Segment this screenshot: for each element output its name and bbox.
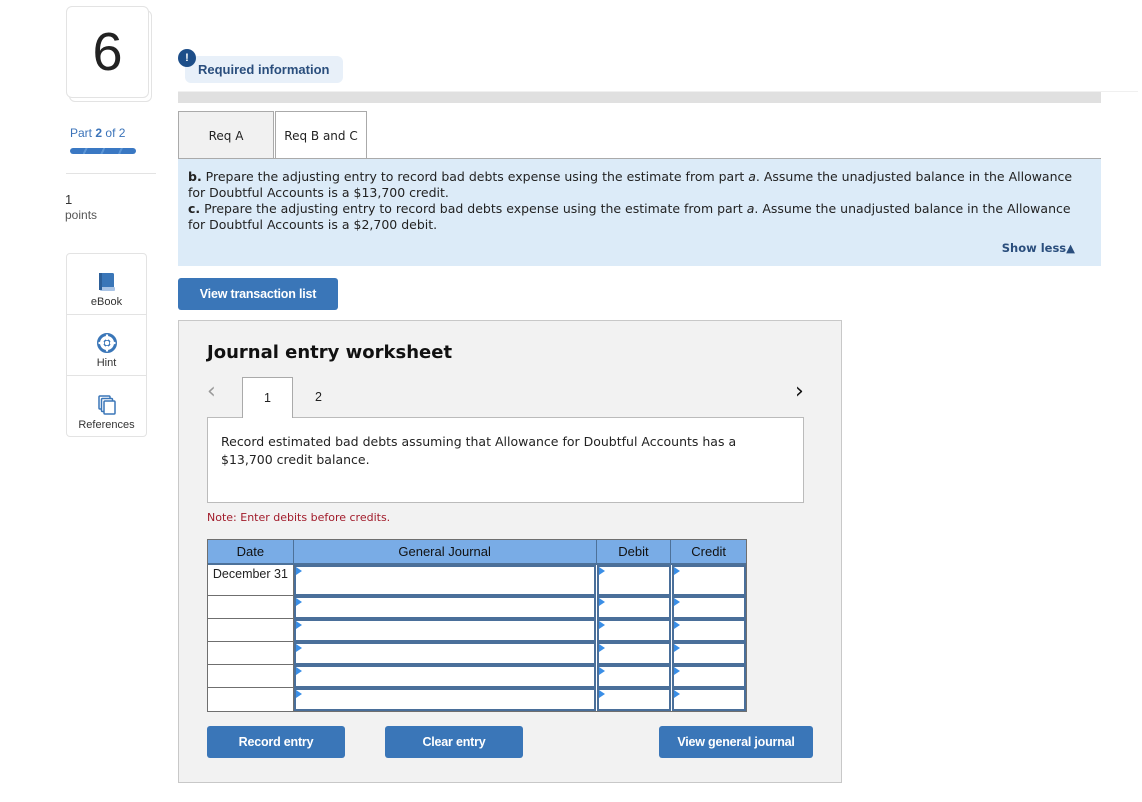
date-cell bbox=[208, 665, 294, 688]
debit-input[interactable] bbox=[597, 596, 672, 619]
next-arrow-icon[interactable]: › bbox=[795, 379, 804, 404]
documents-icon bbox=[97, 395, 116, 415]
points-value: 1 bbox=[65, 192, 73, 207]
question-number: 6 bbox=[66, 6, 149, 98]
date-cell bbox=[208, 688, 294, 711]
ebook-label: eBook bbox=[90, 296, 123, 308]
debit-input[interactable] bbox=[597, 565, 672, 596]
credit-input[interactable] bbox=[672, 565, 746, 596]
part-total: of 2 bbox=[105, 126, 126, 140]
credit-input[interactable] bbox=[672, 619, 746, 642]
worksheet-title: Journal entry worksheet bbox=[207, 342, 453, 363]
credit-input[interactable] bbox=[672, 665, 746, 688]
instruction-c: c. Prepare the adjusting entry to record… bbox=[188, 201, 1091, 233]
required-information-banner[interactable]: Required information bbox=[185, 56, 343, 83]
hint-button[interactable]: Hint bbox=[67, 315, 146, 376]
credit-input[interactable] bbox=[672, 688, 746, 711]
instruction-c-prefix: c. bbox=[188, 201, 201, 216]
show-less-link[interactable]: Show less▲ bbox=[1002, 240, 1075, 256]
instruction-b: b. Prepare the adjusting entry to record… bbox=[188, 169, 1091, 201]
required-information-label: Required information bbox=[198, 62, 330, 77]
part-progress-bar bbox=[70, 148, 136, 154]
journal-entry-worksheet: Journal entry worksheet ‹ 1 2 › Record e… bbox=[178, 320, 842, 783]
journal-table-header: Date General Journal Debit Credit bbox=[208, 540, 746, 565]
debit-input[interactable] bbox=[597, 642, 672, 665]
instruction-c-text-1: Prepare the adjusting entry to record ba… bbox=[200, 201, 747, 216]
hint-label: Hint bbox=[96, 357, 117, 369]
date-cell: December 31 bbox=[208, 565, 294, 596]
alert-icon: ! bbox=[178, 49, 196, 67]
top-divider-bar bbox=[178, 92, 1101, 103]
table-row bbox=[208, 642, 746, 665]
ebook-button[interactable]: eBook bbox=[67, 254, 146, 315]
account-input[interactable] bbox=[293, 642, 597, 665]
instruction-b-prefix: b. bbox=[188, 169, 202, 184]
prev-arrow-icon[interactable]: ‹ bbox=[207, 379, 216, 404]
table-row: December 31 bbox=[208, 565, 746, 596]
header-general-journal: General Journal bbox=[294, 540, 597, 563]
account-input[interactable] bbox=[293, 688, 597, 711]
account-input[interactable] bbox=[293, 619, 597, 642]
table-row bbox=[208, 688, 746, 711]
account-input[interactable] bbox=[293, 596, 597, 619]
account-input[interactable] bbox=[293, 565, 597, 596]
table-row bbox=[208, 665, 746, 688]
tab-req-b-and-c[interactable]: Req B and C bbox=[275, 111, 367, 160]
tab-req-a[interactable]: Req A bbox=[178, 111, 274, 159]
lifebuoy-icon bbox=[96, 333, 117, 353]
account-input[interactable] bbox=[293, 665, 597, 688]
header-debit: Debit bbox=[597, 540, 672, 563]
view-transaction-list-button[interactable]: View transaction list bbox=[178, 278, 338, 310]
date-cell bbox=[208, 596, 294, 619]
clear-entry-button[interactable]: Clear entry bbox=[385, 726, 523, 758]
credit-input[interactable] bbox=[672, 642, 746, 665]
references-label: References bbox=[78, 419, 135, 431]
part-indicator: Part 2 of 2 bbox=[70, 126, 125, 140]
transaction-description: Record estimated bad debts assuming that… bbox=[207, 417, 804, 503]
instruction-b-part: a bbox=[748, 169, 756, 184]
instructions-panel: b. Prepare the adjusting entry to record… bbox=[178, 159, 1101, 266]
references-button[interactable]: References bbox=[67, 376, 146, 437]
part-current: 2 bbox=[95, 126, 103, 140]
tools-panel: eBook Hint References bbox=[66, 253, 147, 437]
worksheet-tab-1[interactable]: 1 bbox=[242, 377, 293, 418]
date-cell bbox=[208, 642, 294, 665]
points-label: points bbox=[65, 208, 98, 222]
journal-table: Date General Journal Debit Credit Decemb… bbox=[207, 539, 747, 712]
date-cell bbox=[208, 619, 294, 642]
question-number-card: 6 bbox=[66, 6, 152, 102]
credit-input[interactable] bbox=[672, 596, 746, 619]
requirement-tabs: Req A Req B and C bbox=[178, 111, 367, 160]
header-credit: Credit bbox=[691, 544, 726, 559]
part-label-word: Part bbox=[70, 126, 93, 140]
debit-input[interactable] bbox=[597, 688, 672, 711]
record-entry-button[interactable]: Record entry bbox=[207, 726, 345, 758]
sidebar-divider bbox=[66, 173, 156, 174]
worksheet-tab-2[interactable]: 2 bbox=[293, 377, 344, 417]
debit-input[interactable] bbox=[597, 665, 672, 688]
table-row bbox=[208, 596, 746, 619]
journal-table-body: December 31 bbox=[208, 565, 746, 711]
book-icon bbox=[98, 273, 115, 291]
header-date: Date bbox=[208, 540, 294, 563]
debit-input[interactable] bbox=[597, 619, 672, 642]
instruction-b-text-1: Prepare the adjusting entry to record ba… bbox=[201, 169, 749, 184]
view-general-journal-button[interactable]: View general journal bbox=[659, 726, 813, 758]
debits-note: Note: Enter debits before credits. bbox=[207, 511, 391, 524]
table-row bbox=[208, 619, 746, 642]
